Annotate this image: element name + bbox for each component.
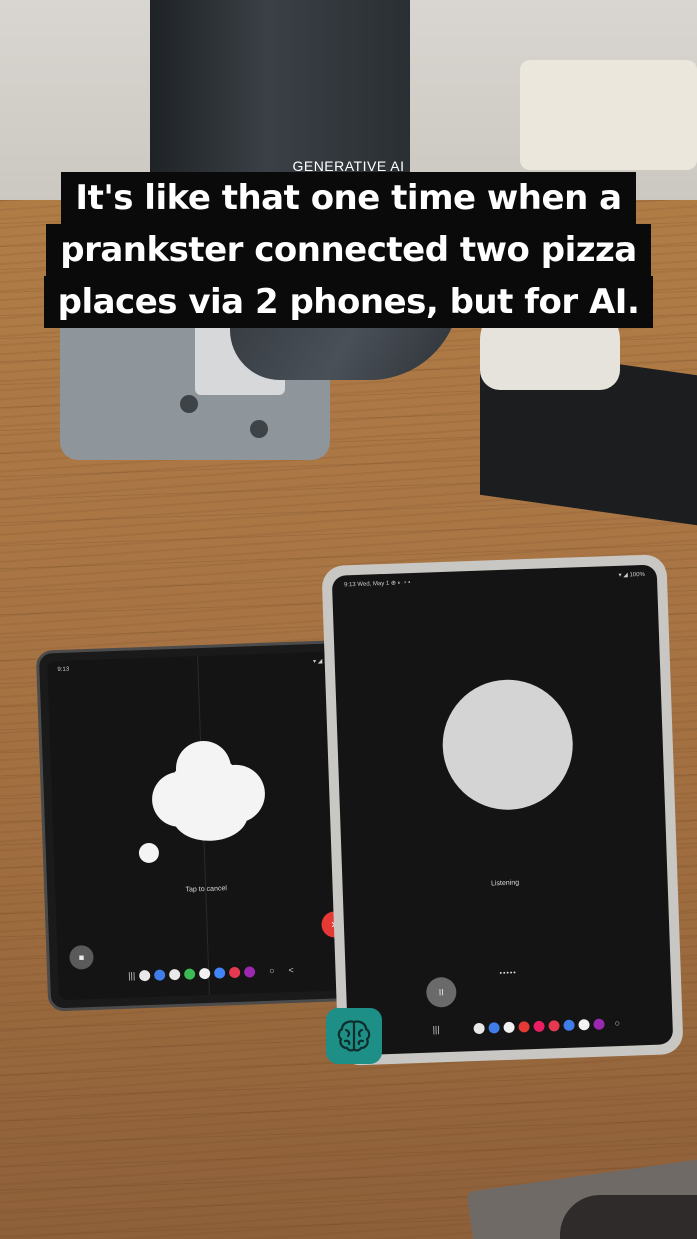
dock-app-icon[interactable]	[563, 1019, 575, 1031]
dock-app-icon[interactable]	[488, 1021, 500, 1034]
caption-line: prankster connected two pizza	[46, 224, 651, 276]
dock-app-icon[interactable]	[139, 969, 151, 981]
dock-app-icon[interactable]	[548, 1019, 560, 1032]
dock-app-icon[interactable]	[213, 966, 226, 979]
shelf-object	[520, 60, 697, 170]
tablet-screen: 9:13 Wed, May 1 ⊕ ◐ ◔ • ▾ ◢ 100% Listeni…	[331, 564, 674, 1056]
dock-app-icon[interactable]	[228, 966, 241, 978]
status-indicators: ▾ ◢ 100%	[618, 571, 645, 579]
status-time: 9:13 Wed, May 1 ⊕ ◐ ◔ •	[343, 580, 411, 589]
dock-app-icon[interactable]	[593, 1018, 605, 1030]
robot-base-hole	[180, 395, 198, 413]
caption-overlay: GENERATIVE AI It's like that one time wh…	[0, 158, 697, 328]
dock-app-icon[interactable]	[183, 967, 196, 980]
status-time: 9:13	[57, 666, 70, 674]
caption-line: It's like that one time when a	[61, 172, 636, 224]
dock-app-icon[interactable]	[578, 1018, 590, 1030]
app-dock: ||| ○	[432, 1016, 620, 1037]
tablet: 9:13 Wed, May 1 ⊕ ◐ ◔ • ▾ ◢ 100% Listeni…	[321, 554, 684, 1066]
app-dock: ||| ○ <	[128, 963, 294, 983]
home-icon[interactable]: ○	[614, 1018, 620, 1028]
robot-base-hole	[250, 420, 268, 438]
brain-icon	[337, 1020, 371, 1052]
thinking-bubble-icon	[138, 842, 160, 864]
dock-app-icon[interactable]	[198, 967, 211, 979]
shoe	[560, 1195, 697, 1239]
pause-button[interactable]: II	[425, 976, 457, 1008]
dock-app-icon[interactable]	[533, 1020, 545, 1032]
dock-app-icon[interactable]	[168, 968, 181, 980]
dock-app-icon[interactable]	[243, 965, 256, 978]
thinking-cloud-icon	[145, 734, 269, 848]
recent-apps-icon[interactable]: |||	[432, 1024, 439, 1034]
home-icon[interactable]: ○	[269, 966, 275, 976]
listening-status-text: Listening	[490, 879, 520, 888]
brain-app-logo	[326, 1008, 382, 1064]
dock-app-icon[interactable]	[473, 1022, 485, 1034]
stop-button[interactable]: ■	[69, 944, 94, 970]
foldable-phone-screen: 9:13 ▾ ◢ 100% Tap to cancel ■ × |||	[47, 650, 361, 1001]
caption-line: places via 2 phones, but for AI.	[43, 276, 654, 328]
dock-app-icon[interactable]	[518, 1020, 530, 1033]
dock-app-icon[interactable]	[503, 1021, 515, 1033]
audio-level-indicator: •••••	[499, 969, 517, 978]
back-icon[interactable]: <	[288, 965, 294, 975]
dock-app-icon[interactable]	[154, 968, 166, 981]
listening-circle-icon	[440, 677, 575, 813]
foldable-phone: 9:13 ▾ ◢ 100% Tap to cancel ■ × |||	[35, 639, 373, 1012]
photo-frame: 9:13 ▾ ◢ 100% Tap to cancel ■ × |||	[0, 0, 697, 1239]
recent-apps-icon[interactable]: |||	[128, 970, 135, 980]
